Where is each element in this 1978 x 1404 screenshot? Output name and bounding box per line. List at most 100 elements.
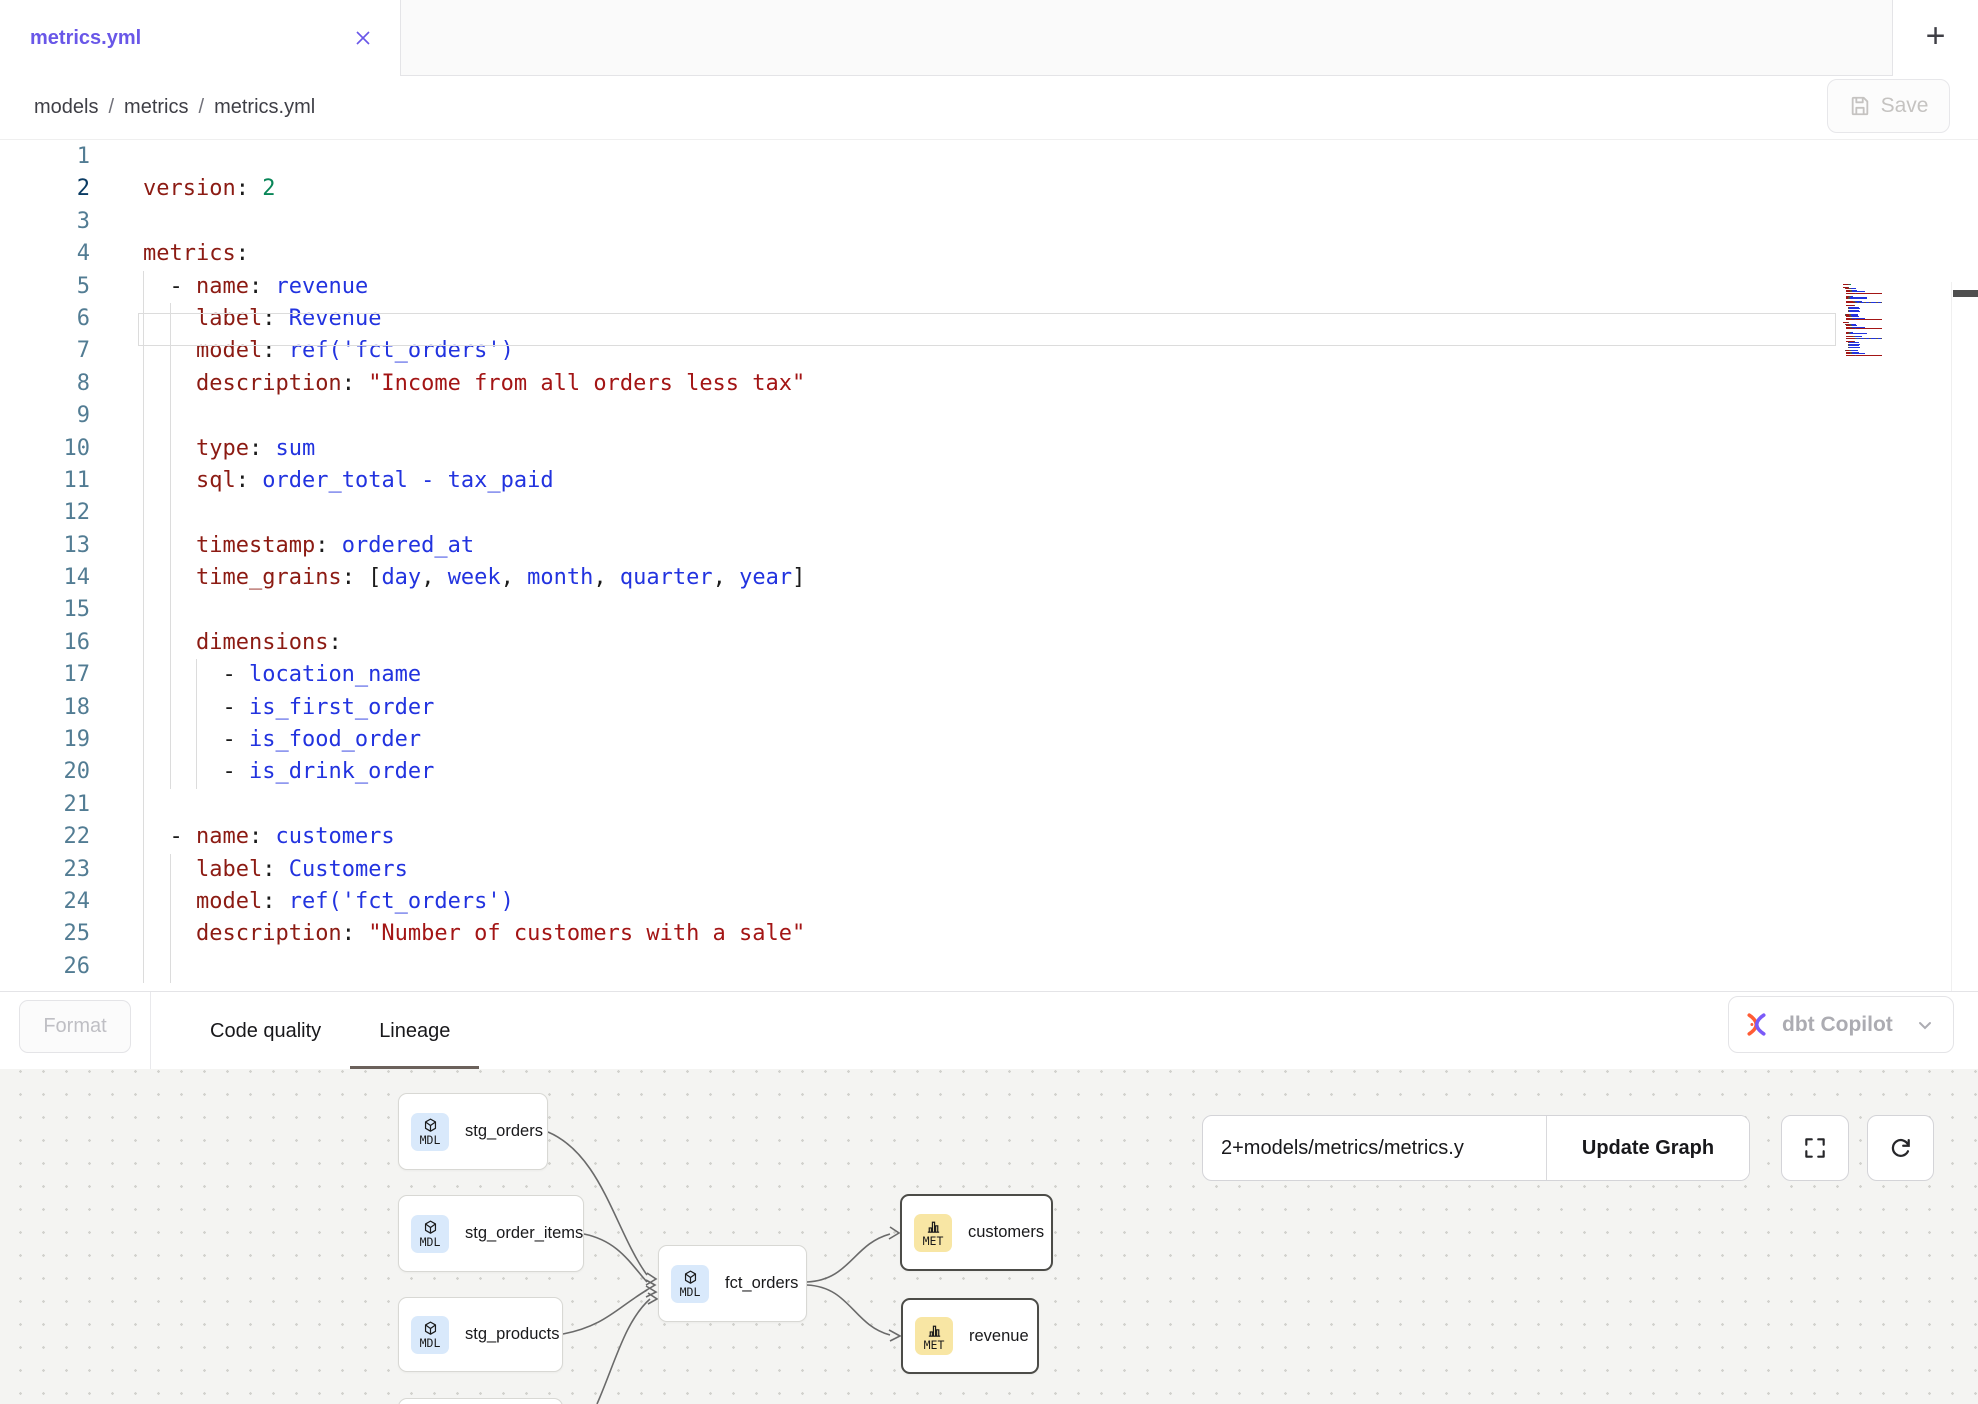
tab-code-quality[interactable]: Code quality [181,992,350,1070]
code-line[interactable]: 2version: 2 [0,173,1978,205]
code-line[interactable]: 6 label: Revenue [0,303,1978,335]
indent-guide [196,692,197,724]
code-line[interactable]: 25 description: "Number of customers wit… [0,918,1978,950]
line-number: 9 [0,400,90,432]
plus-icon: + [1926,19,1946,53]
indent-guide [143,400,144,432]
line-number: 26 [0,951,90,983]
node-label: stg_orders [465,1122,543,1141]
line-number: 1 [0,141,90,173]
code-line[interactable]: 3 [0,206,1978,238]
indent-guide [196,756,197,788]
graph-controls: Update Graph [1202,1115,1750,1181]
code-line[interactable]: 16 dimensions: [0,627,1978,659]
code-lines: 12version: 234metrics:5 - name: revenue6… [0,141,1978,983]
line-content: - is_food_order [143,724,421,756]
code-line[interactable]: 14 time_grains: [day, week, month, quart… [0,562,1978,594]
line-content: - location_name [143,659,421,691]
close-icon[interactable] [352,27,374,49]
minimap[interactable] [1843,282,1947,358]
code-line[interactable]: 18 - is_first_order [0,692,1978,724]
code-line[interactable]: 21 [0,789,1978,821]
indent-guide [143,821,144,853]
code-line[interactable]: 20 - is_drink_order [0,756,1978,788]
line-number: 18 [0,692,90,724]
indent-guide [143,756,144,788]
indent-guide [143,465,144,497]
toolbar-divider [150,992,151,1070]
update-graph-button[interactable]: Update Graph [1546,1116,1749,1180]
line-content: model: ref('fct_orders') [143,335,514,367]
breadcrumb-part: models [34,96,98,118]
lineage-node-stg_order_items[interactable]: MDLstg_order_items [398,1195,584,1272]
tab-metrics-yml[interactable]: metrics.yml [0,0,401,76]
code-line[interactable]: 15 [0,594,1978,626]
code-line[interactable]: 23 label: Customers [0,854,1978,886]
lineage-node-fct_orders[interactable]: MDLfct_orders [658,1245,807,1322]
indent-guide [170,368,171,400]
breadcrumb-part: metrics [124,96,188,118]
new-tab-button[interactable]: + [1892,0,1978,76]
dbt-copilot-button[interactable]: dbt Copilot [1728,996,1954,1053]
lineage-node-stg_products[interactable]: MDLstg_products [398,1297,563,1372]
refresh-button[interactable] [1867,1115,1934,1181]
indent-guide [143,724,144,756]
indent-guide [143,271,144,303]
indent-guide [143,854,144,886]
breadcrumb-separator: / [199,96,205,118]
format-button[interactable]: Format [19,1000,131,1053]
code-line[interactable]: 22 - name: customers [0,821,1978,853]
line-content: version: 2 [143,173,275,205]
code-line[interactable]: 24 model: ref('fct_orders') [0,886,1978,918]
lineage-search-input[interactable] [1203,1116,1546,1180]
code-line[interactable]: 10 type: sum [0,433,1978,465]
indent-guide [196,659,197,691]
line-content: description: "Number of customers with a… [143,918,805,950]
lineage-node-revenue[interactable]: METrevenue [901,1298,1039,1374]
lineage-panel[interactable]: MDLstg_ordersMDLstg_order_itemsMDLstg_pr… [0,1069,1978,1404]
indent-guide [170,335,171,367]
code-line[interactable]: 7 model: ref('fct_orders') [0,335,1978,367]
lineage-node-customers[interactable]: METcustomers [900,1194,1053,1271]
code-line[interactable]: 19 - is_food_order [0,724,1978,756]
model-badge: MDL [411,1113,449,1151]
indent-guide [170,400,171,432]
code-line[interactable]: 11 sql: order_total - tax_paid [0,465,1978,497]
indent-guide [143,951,144,983]
node-label: stg_order_items [465,1224,583,1243]
indent-guide [143,886,144,918]
code-line[interactable]: 13 timestamp: ordered_at [0,530,1978,562]
line-content: label: Revenue [143,303,381,335]
code-editor[interactable]: 12version: 234metrics:5 - name: revenue6… [0,140,1978,991]
indent-guide [170,627,171,659]
lineage-node-partial[interactable]: MDL [398,1398,563,1404]
indent-guide [143,659,144,691]
code-line[interactable]: 12 [0,497,1978,529]
code-line[interactable]: 1 [0,141,1978,173]
tab-lineage[interactable]: Lineage [350,992,479,1070]
indent-guide [170,886,171,918]
indent-guide [170,303,171,335]
code-line[interactable]: 9 [0,400,1978,432]
line-content: metrics: [143,238,249,270]
code-line[interactable]: 26 [0,951,1978,983]
indent-guide [170,530,171,562]
code-line[interactable]: 8 description: "Income from all orders l… [0,368,1978,400]
code-line[interactable]: 4 metrics: [0,238,1978,270]
panel-tabs: Code quality Lineage [181,992,479,1070]
indent-guide [143,303,144,335]
fullscreen-button[interactable] [1781,1115,1849,1181]
code-line[interactable]: 17 - location_name [0,659,1978,691]
line-number: 4 [0,238,90,270]
indent-guide [170,724,171,756]
dbt-copilot-label: dbt Copilot [1782,1013,1903,1037]
code-line[interactable]: 5 - name: revenue [0,271,1978,303]
save-button[interactable]: Save [1827,79,1950,133]
indent-guide [170,562,171,594]
line-content: label: Customers [143,854,408,886]
model-badge: MDL [411,1316,449,1354]
lineage-node-stg_orders[interactable]: MDL stg_orders [398,1093,548,1170]
save-label: Save [1881,94,1929,118]
line-content: time_grains: [day, week, month, quarter,… [143,562,805,594]
line-content: - name: customers [143,821,395,853]
